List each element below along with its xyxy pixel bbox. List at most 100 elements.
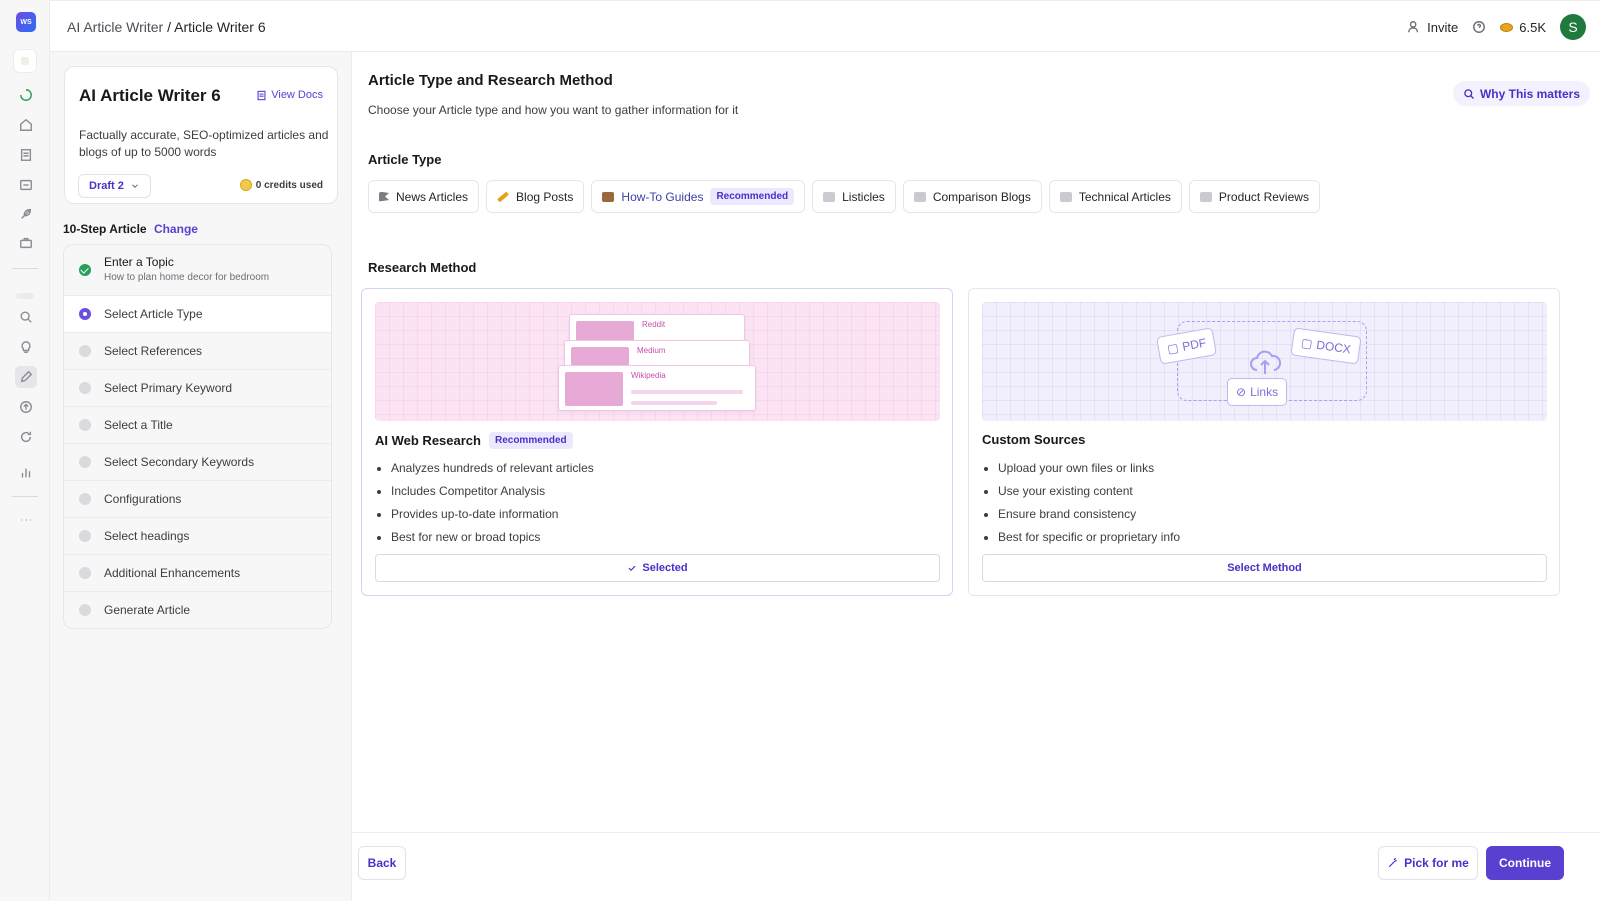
breadcrumb-parent[interactable]: AI Article Writer — [67, 19, 163, 35]
steps-list: Enter a Topic How to plan home decor for… — [63, 244, 332, 629]
why-this-matters-button[interactable]: Why This matters — [1452, 81, 1590, 106]
flag-icon — [379, 191, 389, 202]
loading-icon[interactable] — [15, 84, 37, 106]
step-select-primary-keyword[interactable]: Select Primary Keyword — [64, 369, 331, 406]
workspace-placeholder[interactable] — [13, 49, 37, 73]
type-listicles[interactable]: Listicles — [812, 180, 896, 213]
type-product-reviews[interactable]: Product Reviews — [1188, 180, 1320, 213]
refresh-icon[interactable] — [15, 426, 37, 448]
bullet-item: Provides up-to-date information — [391, 507, 594, 530]
pick-for-me-button[interactable]: Pick for me — [1378, 846, 1478, 880]
pending-step-icon — [79, 604, 91, 616]
invite-button[interactable]: Invite — [1407, 20, 1458, 35]
step-label: Select Secondary Keywords — [104, 455, 255, 469]
step-label: Select a Title — [104, 418, 173, 432]
pencil-icon[interactable] — [15, 366, 37, 388]
more-icon[interactable] — [15, 509, 37, 531]
chip-label: Comparison Blogs — [932, 189, 1031, 204]
change-link[interactable]: Change — [154, 222, 198, 236]
pending-step-icon — [79, 493, 91, 505]
page-subtitle: Choose your Article type and how you wan… — [368, 103, 739, 117]
step-select-secondary-keywords[interactable]: Select Secondary Keywords — [64, 443, 331, 480]
selected-button[interactable]: Selected — [375, 554, 940, 582]
source-name: Reddit — [642, 320, 666, 329]
view-docs-link[interactable]: View Docs — [256, 89, 323, 101]
image-icon[interactable] — [15, 174, 37, 196]
writer-title: AI Article Writer 6 — [79, 86, 221, 105]
step-label: Select References — [104, 344, 203, 358]
step-select-references[interactable]: Select References — [64, 332, 331, 369]
method-card-custom-sources[interactable]: ▢PDF ▢DOCX ⊘Links Custom Sources Upload … — [968, 288, 1560, 596]
chip-label: How-To Guides — [621, 189, 704, 204]
rail-divider-2 — [12, 496, 38, 497]
check-circle-icon — [79, 264, 91, 276]
type-technical-articles[interactable]: Technical Articles — [1048, 180, 1182, 213]
bullet-item: Best for new or broad topics — [391, 530, 594, 553]
bullet-item: Best for specific or proprietary info — [998, 530, 1180, 553]
recommended-badge: Recommended — [488, 432, 573, 449]
feather-icon[interactable] — [15, 203, 37, 225]
envelope-icon — [913, 191, 926, 202]
tag-label: DOCX — [1315, 337, 1352, 357]
step-enter-topic[interactable]: Enter a Topic How to plan home decor for… — [64, 245, 331, 295]
links-tag: ⊘ Links — [1227, 378, 1288, 406]
pending-step-icon — [79, 567, 91, 579]
chart-icon[interactable] — [15, 462, 37, 484]
text-line — [631, 390, 743, 394]
back-button[interactable]: Back — [358, 846, 406, 880]
select-method-button[interactable]: Select Method — [982, 554, 1547, 582]
step-select-title[interactable]: Select a Title — [64, 406, 331, 443]
top-bar: AI Article Writer / Article Writer 6 Inv… — [50, 0, 1600, 52]
continue-button[interactable]: Continue — [1486, 846, 1564, 880]
pending-step-icon — [79, 382, 91, 394]
step-select-headings[interactable]: Select headings — [64, 517, 331, 554]
lightbulb-icon[interactable] — [15, 336, 37, 358]
bullet-item: Use your existing content — [998, 484, 1180, 507]
chip-label: Technical Articles — [1078, 189, 1171, 204]
left-rail: WS — [0, 0, 50, 901]
home-icon[interactable] — [15, 114, 37, 136]
method-title: Custom Sources — [982, 432, 1085, 447]
step-label: Select headings — [104, 529, 190, 543]
web-research-illustration: Reddit Medium Wikipedia — [375, 302, 940, 421]
step-additional-enhancements[interactable]: Additional Enhancements — [64, 554, 331, 591]
draft-select[interactable]: Draft 2 — [78, 174, 151, 198]
file-icon: ▢ — [1300, 335, 1314, 352]
method-bullets: Analyzes hundreds of relevant articles I… — [391, 461, 594, 553]
type-comparison-blogs[interactable]: Comparison Blogs — [902, 180, 1042, 213]
breadcrumb-current: Article Writer 6 — [174, 19, 266, 35]
credits-display[interactable]: 6.5K — [1500, 20, 1546, 35]
document-icon[interactable] — [15, 144, 37, 166]
app-logo[interactable]: WS — [16, 12, 36, 32]
method-bullets: Upload your own files or links Use your … — [998, 461, 1180, 553]
step-generate-article[interactable]: Generate Article — [64, 591, 331, 628]
chevron-down-icon — [131, 184, 138, 188]
briefcase-icon[interactable] — [15, 232, 37, 254]
help-icon — [1473, 21, 1486, 33]
steps-panel: AI Article Writer 6 View Docs Factually … — [50, 52, 352, 901]
pending-step-icon — [79, 456, 91, 468]
source-name: Wikipedia — [631, 371, 666, 380]
type-how-to-guides[interactable]: How-To Guides Recommended — [591, 180, 806, 213]
button-label: Selected — [642, 562, 688, 574]
step-select-article-type[interactable]: Select Article Type — [64, 295, 331, 332]
steps-header: 10-Step Article Change — [63, 222, 198, 236]
writer-info-card: AI Article Writer 6 View Docs Factually … — [64, 66, 338, 204]
writer-description: Factually accurate, SEO-optimized articl… — [79, 128, 329, 159]
method-card-ai-web-research[interactable]: Reddit Medium Wikipedia AI Web Research … — [361, 288, 953, 596]
bullet-item: Ensure brand consistency — [998, 507, 1180, 530]
search-icon[interactable] — [15, 306, 37, 328]
upload-icon[interactable] — [15, 396, 37, 418]
pending-step-icon — [79, 530, 91, 542]
user-plus-icon — [1408, 21, 1419, 33]
type-blog-posts[interactable]: Blog Posts — [486, 180, 585, 213]
cloud-upload-icon — [1250, 350, 1281, 374]
research-method-heading: Research Method — [368, 260, 477, 275]
main-content: Article Type and Research Method Choose … — [352, 52, 1600, 832]
help-button[interactable] — [1472, 20, 1486, 34]
step-configurations[interactable]: Configurations — [64, 480, 331, 517]
type-news-articles[interactable]: News Articles — [368, 180, 480, 213]
rail-divider — [12, 268, 38, 269]
avatar[interactable]: S — [1560, 14, 1586, 40]
breadcrumb-separator: / — [163, 19, 175, 35]
